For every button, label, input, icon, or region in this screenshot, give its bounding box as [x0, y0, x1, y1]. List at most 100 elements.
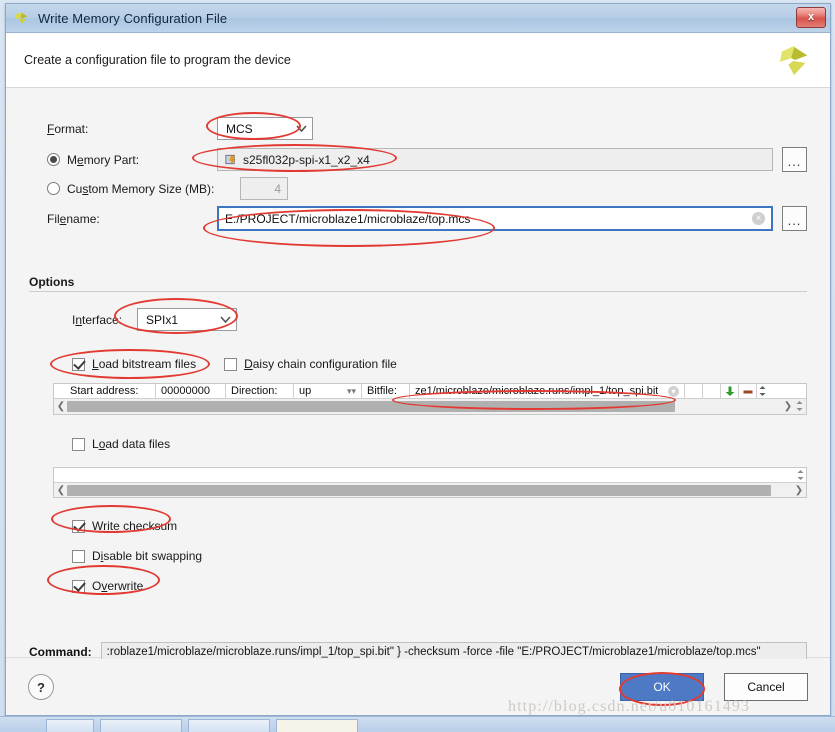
bitstream-scroll-thumb[interactable] [67, 400, 675, 412]
help-button[interactable]: ? [28, 674, 54, 700]
interface-value: SPIx1 [146, 312, 179, 327]
options-group-title: Options [29, 275, 81, 289]
custom-size-row: Custom Memory Size (MB): 4 [47, 177, 288, 200]
filename-input[interactable]: E:/PROJECT/microblaze1/microblaze/top.mc… [217, 206, 773, 231]
disable-bit-swapping-label: Disable bit swapping [92, 549, 203, 563]
interface-select[interactable]: SPIx1 [137, 308, 237, 331]
scroll-right-icon[interactable]: ❯ [793, 485, 805, 496]
filename-browse-button[interactable]: ... [782, 206, 807, 231]
overwrite-row: Overwrite [72, 579, 143, 593]
daisy-chain-label: Daisy chain configuration file [244, 357, 397, 371]
format-select[interactable]: MCS [217, 117, 313, 140]
command-label: Command: [29, 645, 92, 659]
options-group-divider [29, 291, 807, 292]
interface-label: Interface: [72, 312, 123, 327]
ok-button[interactable]: OK [620, 673, 704, 701]
xilinx-logo-icon [779, 45, 808, 76]
chevron-down-icon [294, 122, 308, 136]
clear-icon[interactable]: ▾ [668, 385, 679, 397]
load-bitstream-checkbox[interactable] [72, 357, 85, 371]
panel-resize-grip[interactable] [794, 400, 805, 412]
bitstream-checkbox-row: Load bitstream files Daisy chain configu… [72, 357, 397, 371]
taskbar-item-1[interactable] [46, 719, 94, 732]
write-checksum-label: Write checksum [92, 519, 178, 533]
interface-row: Interface: SPIx1 [72, 308, 237, 331]
scroll-right-icon[interactable]: ❯ [782, 401, 794, 412]
title-bar: Write Memory Configuration File x [6, 4, 830, 33]
clear-icon[interactable]: × [752, 212, 765, 225]
custom-size-radio[interactable] [47, 182, 60, 195]
bitstream-table-panel: Start address: 00000000 Direction: up ▾▾… [53, 383, 807, 415]
bitstream-hscrollbar[interactable]: ❮ ❯ [54, 399, 806, 413]
data-files-header [54, 468, 806, 483]
scroll-left-icon[interactable]: ❮ [55, 485, 67, 496]
cancel-button[interactable]: Cancel [724, 673, 808, 701]
bitstream-scroll-track[interactable] [67, 400, 782, 412]
dialog-content: Format: MCS Memory Part: s25fl032p-spi-x… [17, 89, 819, 662]
filename-row: Filename: E:/PROJECT/microblaze1/microbl… [47, 206, 807, 231]
custom-size-label: Custom Memory Size (MB): [67, 181, 215, 196]
memory-part-browse-button[interactable]: ... [782, 147, 807, 172]
memory-part-label: Memory Part: [67, 152, 140, 167]
col-direction: Direction: [226, 384, 294, 398]
memory-part-radio[interactable] [47, 153, 60, 166]
chevron-down-icon: ▾▾ [346, 385, 356, 396]
custom-size-field[interactable]: 4 [240, 177, 288, 200]
close-button[interactable]: x [796, 7, 826, 28]
disable-bit-swapping-row: Disable bit swapping [72, 549, 202, 563]
chevron-down-icon [218, 313, 232, 327]
bitstream-table-header: Start address: 00000000 Direction: up ▾▾… [54, 384, 806, 399]
vivado-app-icon [15, 11, 28, 24]
write-checksum-checkbox[interactable] [72, 519, 85, 533]
data-files-spinner-icon[interactable] [795, 469, 806, 481]
overwrite-checkbox[interactable] [72, 579, 85, 593]
memory-chip-icon [225, 154, 236, 165]
load-bitstream-label: Load bitstream files [92, 357, 197, 371]
format-label: Format: [47, 121, 89, 136]
format-value: MCS [226, 121, 253, 136]
daisy-chain-checkbox[interactable] [224, 357, 238, 371]
data-files-hscrollbar[interactable]: ❮ ❯ [54, 483, 806, 497]
taskbar-item-4[interactable] [276, 719, 358, 732]
col-bitfile: Bitfile: [362, 384, 410, 398]
data-files-empty-header [54, 468, 795, 482]
scroll-left-icon[interactable]: ❮ [55, 401, 67, 412]
window-title: Write Memory Configuration File [38, 10, 228, 26]
col-start-address: Start address: [54, 384, 156, 398]
watermark-text: http://blog.csdn.net/u010161493 [508, 698, 751, 715]
row-spinner-icon[interactable] [757, 385, 768, 397]
cell-direction[interactable]: up ▾▾ [294, 384, 362, 398]
remove-row-button[interactable] [739, 384, 757, 398]
remove-row-icon [743, 390, 752, 393]
table-spacer-2 [703, 384, 721, 398]
taskbar-item-3[interactable] [188, 719, 270, 732]
write-checksum-row: Write checksum [72, 519, 177, 533]
add-row-icon [725, 386, 734, 396]
cell-start-address[interactable]: 00000000 [156, 384, 226, 398]
dialog-header: Create a configuration file to program t… [6, 33, 830, 88]
format-row: Format: MCS [47, 117, 313, 140]
memory-part-field[interactable]: s25fl032p-spi-x1_x2_x4 [217, 148, 773, 171]
add-row-button[interactable] [721, 384, 739, 398]
data-files-panel: ❮ ❯ [53, 467, 807, 498]
filename-label: Filename: [47, 211, 100, 226]
data-files-scroll-track[interactable] [67, 484, 793, 496]
dialog-window: Write Memory Configuration File x Create… [5, 3, 831, 716]
dialog-body: Format: MCS Memory Part: s25fl032p-spi-x… [6, 89, 830, 662]
cell-bitfile[interactable]: ze1/microblaze/microblaze.runs/impl_1/to… [410, 384, 685, 398]
load-data-label: Load data files [92, 437, 171, 451]
filename-value: E:/PROJECT/microblaze1/microblaze/top.mc… [225, 211, 471, 226]
memory-part-row: Memory Part: s25fl032p-spi-x1_x2_x4 ... [47, 147, 807, 172]
bitfile-value: ze1/microblaze/microblaze.runs/impl_1/to… [415, 384, 659, 397]
direction-value: up [299, 384, 312, 397]
load-data-row: Load data files [72, 437, 170, 451]
load-data-checkbox[interactable] [72, 437, 85, 451]
screen: Write Memory Configuration File x Create… [0, 0, 835, 732]
data-files-scroll-thumb[interactable] [67, 484, 772, 496]
table-spacer-1 [685, 384, 703, 398]
disable-bit-swapping-checkbox[interactable] [72, 549, 85, 563]
header-description: Create a configuration file to program t… [24, 53, 291, 67]
custom-size-value: 4 [274, 181, 281, 196]
taskbar-item-2[interactable] [100, 719, 182, 732]
memory-part-value: s25fl032p-spi-x1_x2_x4 [243, 152, 370, 167]
